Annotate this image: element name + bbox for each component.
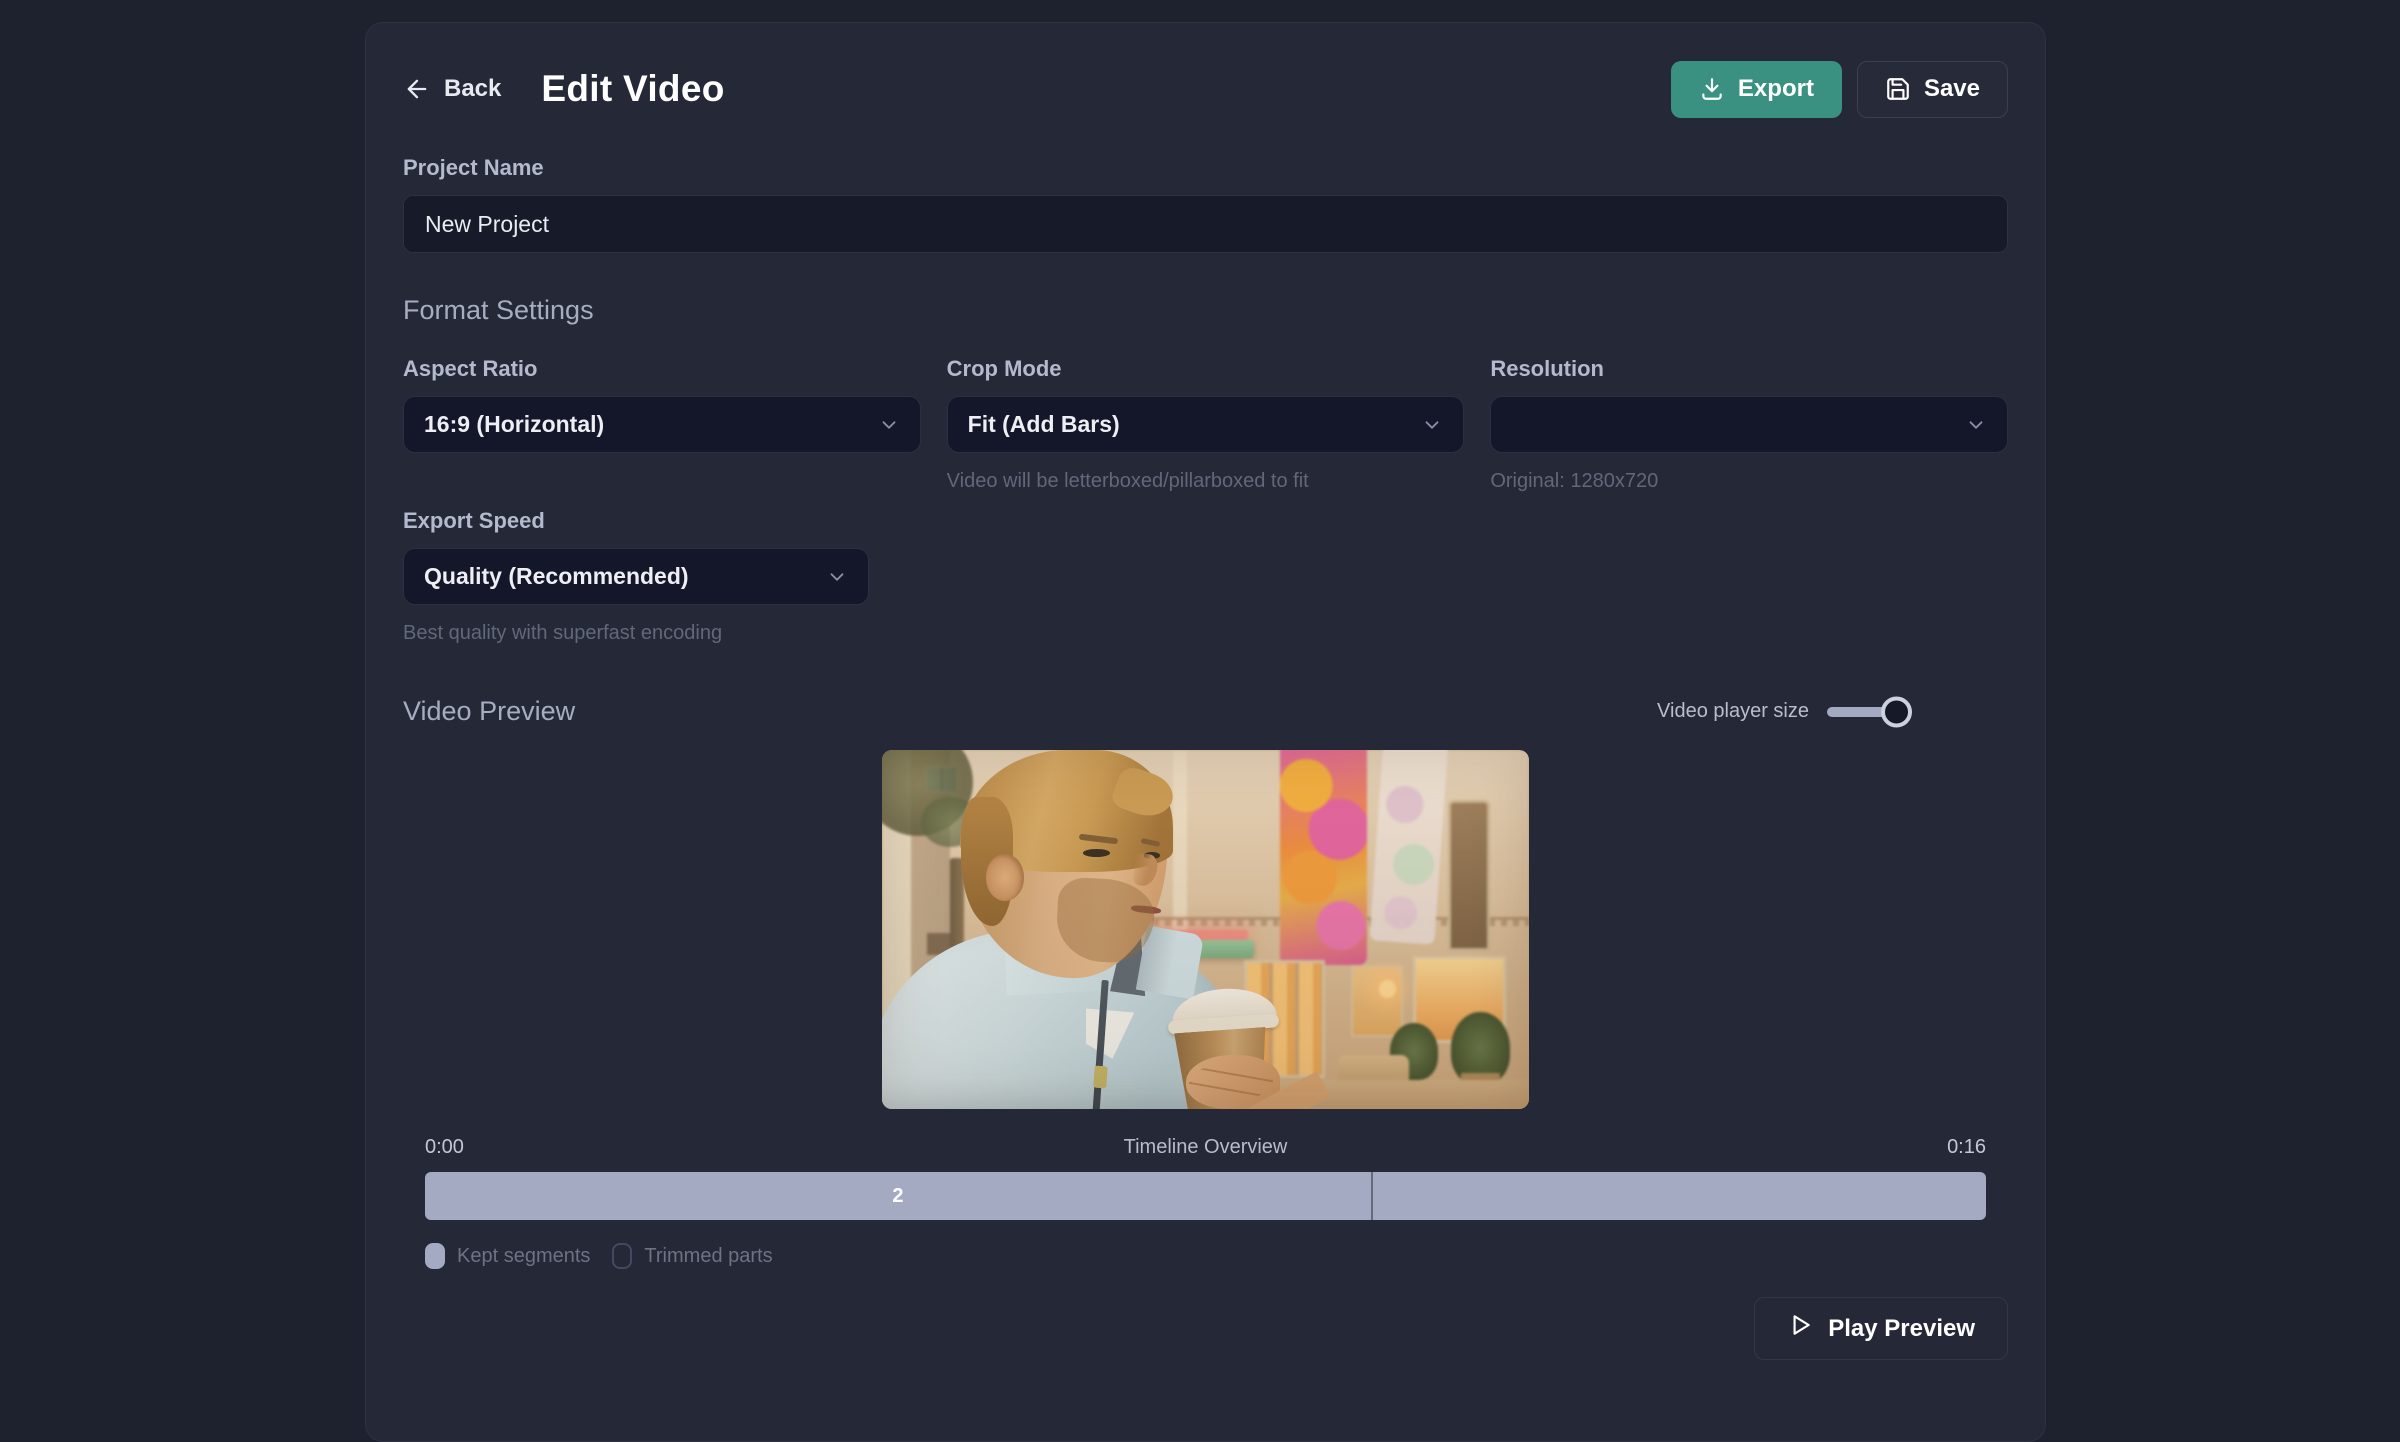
timeline-segment[interactable]: 2 bbox=[425, 1172, 1371, 1220]
timeline-segment-label: 2 bbox=[892, 1185, 903, 1208]
trimmed-parts-swatch bbox=[612, 1243, 632, 1269]
project-name-input[interactable] bbox=[403, 195, 2008, 253]
scene-man-eye bbox=[1083, 849, 1110, 857]
chevron-down-icon bbox=[826, 566, 848, 588]
export-button[interactable]: Export bbox=[1671, 61, 1842, 118]
save-icon bbox=[1885, 76, 1911, 102]
save-label: Save bbox=[1924, 75, 1980, 103]
scene-lamp-glow bbox=[1379, 980, 1396, 998]
video-preview[interactable] bbox=[882, 750, 1529, 1109]
aspect-ratio-value: 16:9 (Horizontal) bbox=[424, 411, 604, 438]
crop-mode-value: Fit (Add Bars) bbox=[968, 411, 1120, 438]
export-speed-label: Export Speed bbox=[403, 508, 869, 534]
resolution-label: Resolution bbox=[1490, 356, 2008, 382]
kept-segments-label: Kept segments bbox=[457, 1245, 590, 1268]
export-speed-select[interactable]: Quality (Recommended) bbox=[403, 548, 869, 605]
chevron-down-icon bbox=[1965, 414, 1987, 436]
scene-pilaster bbox=[1173, 750, 1187, 930]
timeline-header: 0:00 Timeline Overview 0:16 bbox=[425, 1136, 1986, 1159]
timeline-segment[interactable] bbox=[1371, 1172, 1986, 1220]
project-name-label: Project Name bbox=[403, 155, 2008, 181]
kept-segments-swatch bbox=[425, 1243, 445, 1269]
trimmed-parts-label: Trimmed parts bbox=[644, 1245, 772, 1268]
scene-storefront-window bbox=[1351, 965, 1403, 1037]
edit-video-panel: Back Edit Video Export Save Project Name… bbox=[365, 22, 2046, 1442]
header-actions: Export Save bbox=[1671, 61, 2008, 118]
resolution-field: Resolution Original: 1280x720 bbox=[1490, 356, 2008, 494]
video-player-size-slider[interactable] bbox=[1827, 707, 1896, 717]
download-icon bbox=[1699, 76, 1725, 102]
player-size-label: Video player size bbox=[1657, 700, 1809, 723]
play-icon bbox=[1787, 1312, 1813, 1345]
aspect-ratio-field: Aspect Ratio 16:9 (Horizontal) bbox=[403, 356, 921, 494]
export-speed-helper: Best quality with superfast encoding bbox=[403, 622, 869, 646]
crop-mode-label: Crop Mode bbox=[947, 356, 1465, 382]
legend-trimmed: Trimmed parts bbox=[612, 1243, 772, 1269]
export-speed-value: Quality (Recommended) bbox=[424, 563, 689, 590]
player-size-control: Video player size bbox=[1657, 700, 1896, 723]
page-title: Edit Video bbox=[541, 68, 724, 110]
scene-zipper-pull bbox=[1093, 1065, 1107, 1087]
timeline-legend: Kept segments Trimmed parts bbox=[425, 1243, 1986, 1269]
scene-man-fingers bbox=[1189, 1066, 1273, 1098]
crop-mode-helper: Video will be letterboxed/pillarboxed to… bbox=[947, 470, 1465, 494]
video-preview-heading: Video Preview bbox=[403, 696, 575, 727]
timeline-end-time: 0:16 bbox=[1947, 1136, 1986, 1159]
resolution-helper: Original: 1280x720 bbox=[1490, 470, 2008, 494]
save-button[interactable]: Save bbox=[1857, 61, 2008, 118]
aspect-ratio-helper bbox=[403, 470, 921, 494]
resolution-select[interactable] bbox=[1490, 396, 2008, 453]
back-arrow-icon bbox=[403, 75, 431, 103]
play-preview-button[interactable]: Play Preview bbox=[1754, 1297, 2008, 1360]
chevron-down-icon bbox=[1421, 414, 1443, 436]
aspect-ratio-select[interactable]: 16:9 (Horizontal) bbox=[403, 396, 921, 453]
chevron-down-icon bbox=[878, 414, 900, 436]
crop-mode-select[interactable]: Fit (Add Bars) bbox=[947, 396, 1465, 453]
export-speed-field: Export Speed Quality (Recommended) Best … bbox=[403, 508, 869, 646]
video-preview-header: Video Preview Video player size bbox=[403, 696, 2008, 727]
legend-kept: Kept segments bbox=[425, 1243, 590, 1269]
format-settings-heading: Format Settings bbox=[403, 295, 2008, 326]
play-preview-label: Play Preview bbox=[1828, 1315, 1975, 1343]
aspect-ratio-label: Aspect Ratio bbox=[403, 356, 921, 382]
scene-man-ear bbox=[986, 854, 1025, 901]
timeline-start-time: 0:00 bbox=[425, 1136, 464, 1159]
export-label: Export bbox=[1738, 75, 1814, 103]
header: Back Edit Video Export Save bbox=[403, 60, 2008, 118]
timeline-title: Timeline Overview bbox=[1124, 1136, 1288, 1159]
scene-door bbox=[1448, 800, 1490, 951]
scene-pink-banner bbox=[1280, 750, 1367, 965]
crop-mode-field: Crop Mode Fit (Add Bars) Video will be l… bbox=[947, 356, 1465, 494]
timeline-bar[interactable]: 2 bbox=[425, 1172, 1986, 1220]
back-label: Back bbox=[444, 75, 501, 103]
timeline-section: 0:00 Timeline Overview 0:16 2 Kept segme… bbox=[403, 1136, 2008, 1269]
slider-thumb[interactable] bbox=[1881, 696, 1912, 727]
format-settings-grid: Aspect Ratio 16:9 (Horizontal) Crop Mode… bbox=[403, 356, 2008, 494]
play-preview-row: Play Preview bbox=[403, 1297, 2008, 1360]
back-button[interactable]: Back bbox=[403, 75, 501, 103]
